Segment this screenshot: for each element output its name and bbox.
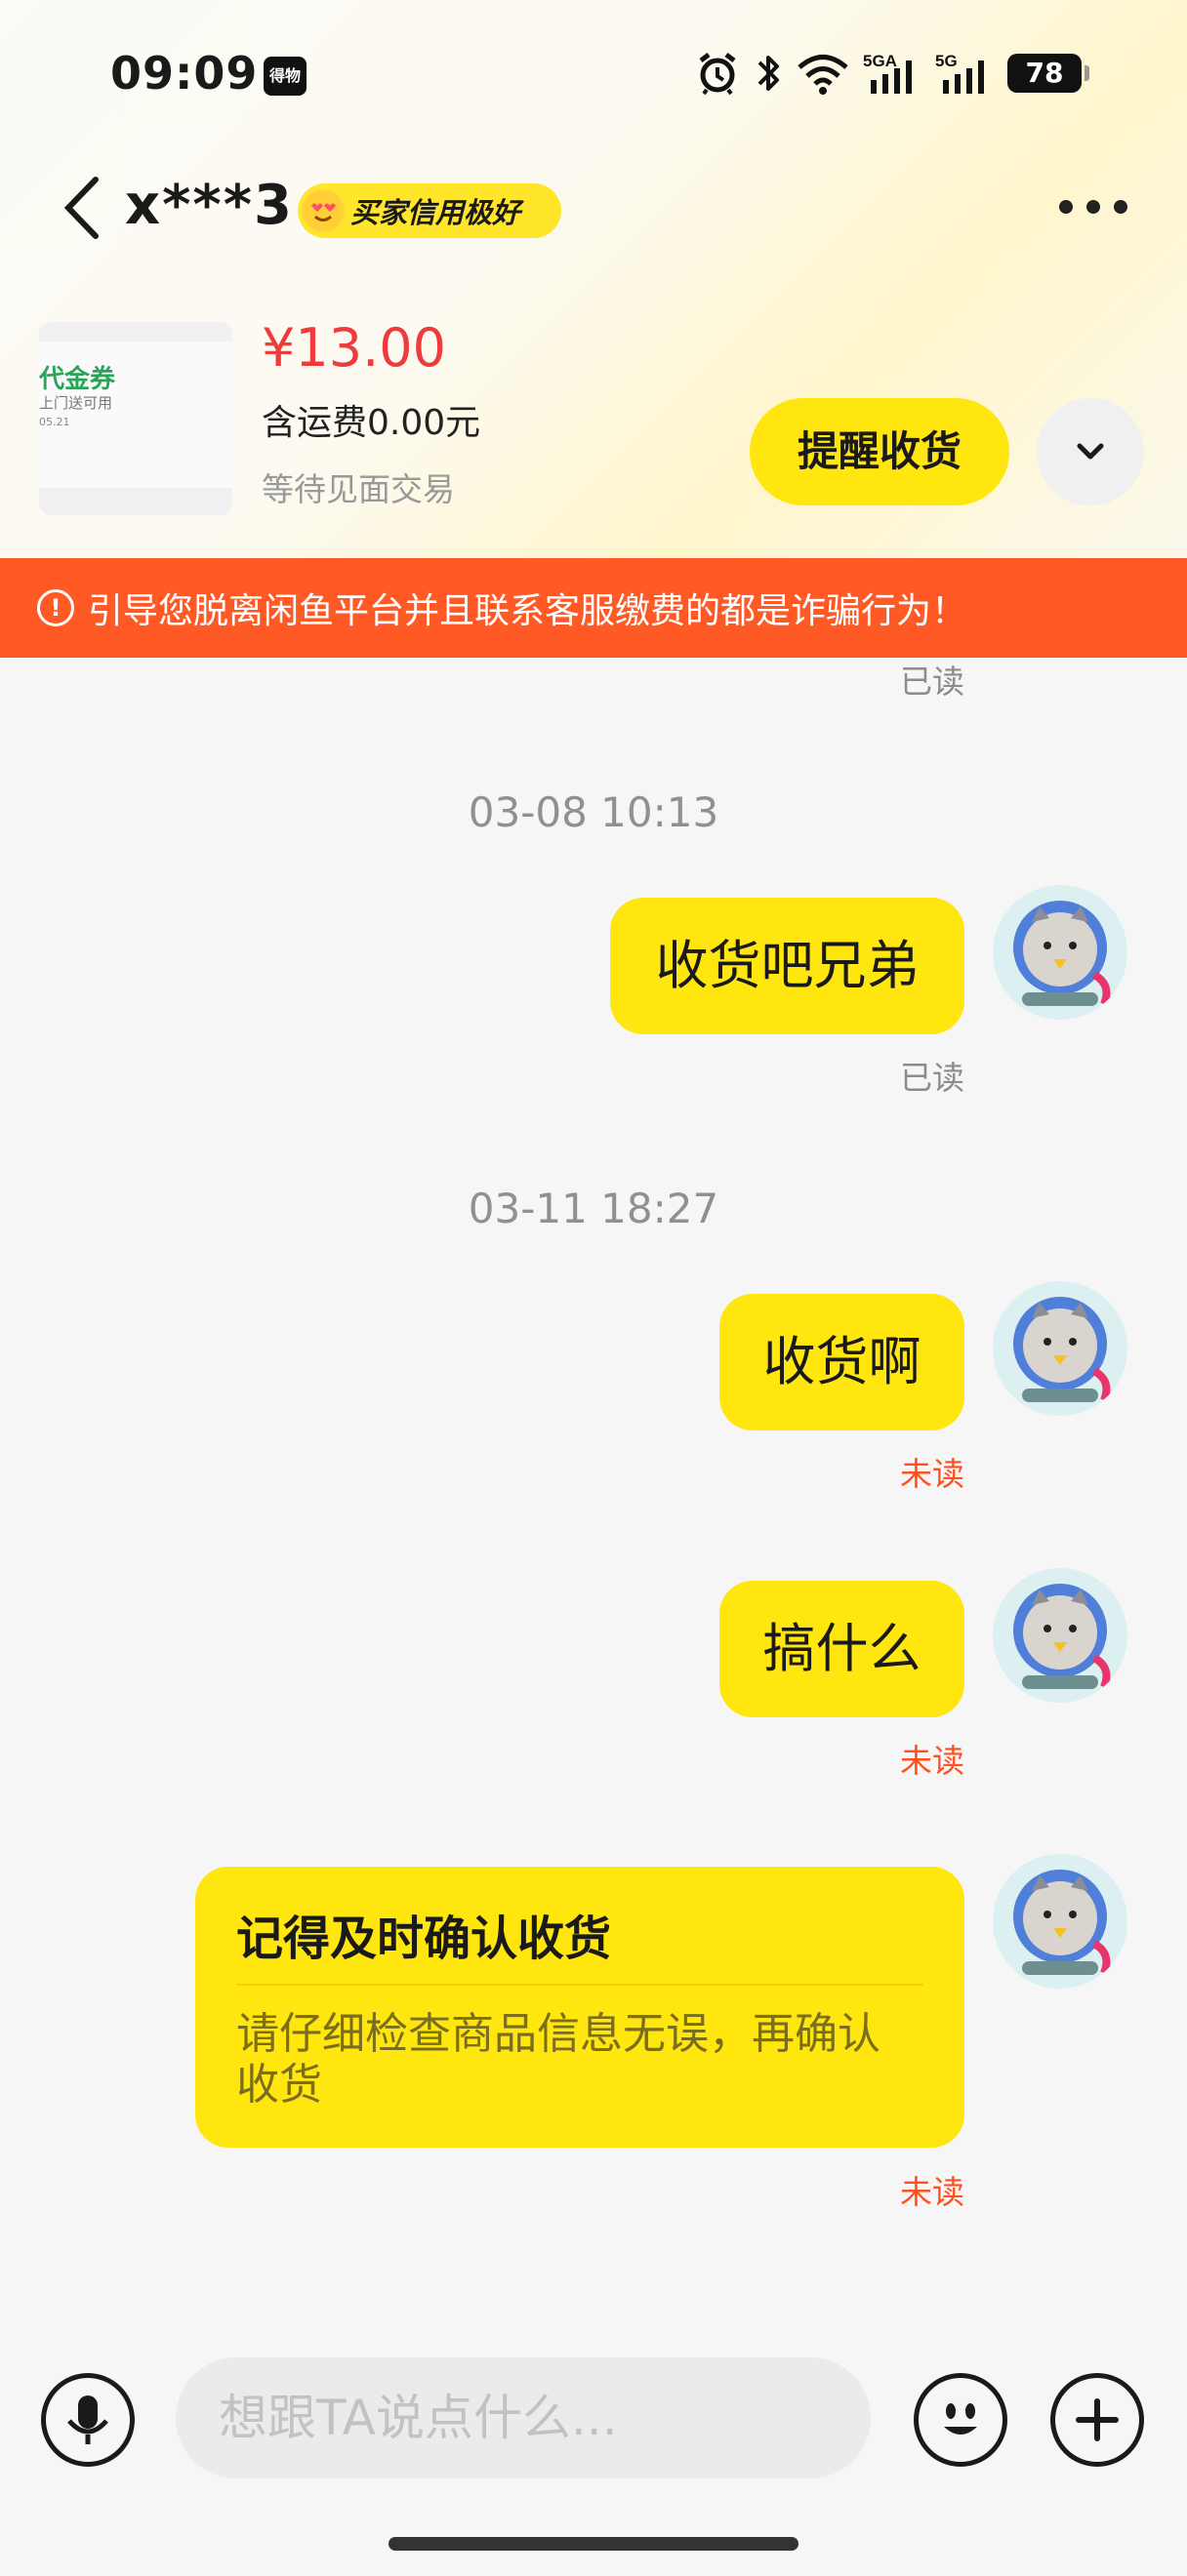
voice-button[interactable] [41, 2373, 135, 2467]
avatar[interactable] [993, 885, 1127, 1020]
heart-eyes-emoji-icon [302, 189, 345, 232]
card-body: 请仔细检查商品信息无误，再确认收货 [236, 2009, 880, 2110]
shipping-fee: 含运费0.00元 [262, 403, 481, 443]
smile-icon [944, 2403, 977, 2435]
plus-icon [1076, 2398, 1119, 2441]
plus-button[interactable] [1050, 2373, 1144, 2467]
signal-5g-icon: 5G [935, 52, 984, 94]
message-read-status: 已读 [900, 663, 964, 701]
cat-avatar-icon [993, 885, 1127, 1020]
card-title: 记得及时确认收货 [236, 1912, 612, 1966]
home-indicator [389, 2537, 798, 2551]
thumb-title: 代金券 [39, 365, 116, 394]
alert-icon: ! [37, 589, 74, 626]
status-time: 09:09 [110, 47, 259, 100]
signal-5ga-icon: 5GA [863, 52, 912, 94]
timestamp: 03-11 18:27 [468, 1185, 719, 1232]
status-bar: 09:09 得物 5GA 5G 78 [0, 0, 1187, 146]
card-divider [236, 1984, 923, 1986]
chevron-left-icon [63, 177, 99, 239]
back-button[interactable] [59, 174, 107, 242]
order-state: 等待见面交易 [262, 470, 455, 508]
more-button[interactable] [1059, 195, 1137, 219]
message-bubble[interactable]: 收货吧兄弟 [610, 898, 964, 1034]
avatar[interactable] [993, 1281, 1127, 1416]
chevron-down-icon [1077, 443, 1104, 460]
cat-avatar-icon [993, 1281, 1127, 1416]
status-icons: 5GA 5G 78 [695, 49, 1089, 98]
warning-text: 引导您脱离闲鱼平台并且联系客服缴费的都是诈骗行为！ [88, 591, 967, 631]
thumb-date: 05.21 [39, 416, 70, 428]
credit-badge: 买家信用极好 [298, 183, 561, 238]
more-dot [1086, 200, 1100, 214]
more-dot [1059, 200, 1073, 214]
remind-receipt-button[interactable]: 提醒收货 [750, 398, 1009, 505]
cat-avatar-icon [993, 1568, 1127, 1703]
cat-avatar-icon [993, 1854, 1127, 1989]
alarm-icon [699, 53, 736, 96]
wifi-icon [798, 55, 848, 95]
message-read-status: 未读 [900, 2173, 964, 2211]
message-bubble[interactable]: 搞什么 [719, 1581, 964, 1717]
expand-button[interactable] [1037, 398, 1144, 505]
timestamp: 03-08 10:13 [468, 788, 719, 836]
chat-partner-name: x***3 [125, 174, 294, 237]
message-read-status: 已读 [900, 1059, 964, 1097]
fraud-warning-banner: ! 引导您脱离闲鱼平台并且联系客服缴费的都是诈骗行为！ [0, 558, 1187, 658]
avatar[interactable] [993, 1854, 1127, 1989]
product-price: ¥13.00 [262, 317, 446, 379]
svg-text:5G: 5G [935, 52, 958, 70]
message-bubble[interactable]: 收货啊 [719, 1294, 964, 1430]
bluetooth-icon [757, 56, 779, 91]
thumb-subtitle: 上门送可用 [39, 394, 113, 412]
message-read-status: 未读 [900, 1742, 964, 1780]
confirm-receipt-card[interactable]: 记得及时确认收货 请仔细检查商品信息无误，再确认收货 [195, 1867, 964, 2148]
dewu-notification-icon: 得物 [264, 57, 307, 96]
message-read-status: 未读 [900, 1455, 964, 1493]
battery-indicator: 78 [1007, 54, 1089, 93]
message-input[interactable] [176, 2357, 871, 2478]
emoji-button[interactable] [914, 2373, 1007, 2467]
product-thumbnail[interactable]: 代金券 上门送可用 05.21 [39, 322, 232, 515]
microphone-icon [67, 2395, 108, 2444]
avatar[interactable] [993, 1568, 1127, 1703]
credit-badge-label: 买家信用极好 [350, 196, 521, 229]
more-dot [1114, 200, 1127, 214]
svg-text:5GA: 5GA [863, 52, 897, 70]
